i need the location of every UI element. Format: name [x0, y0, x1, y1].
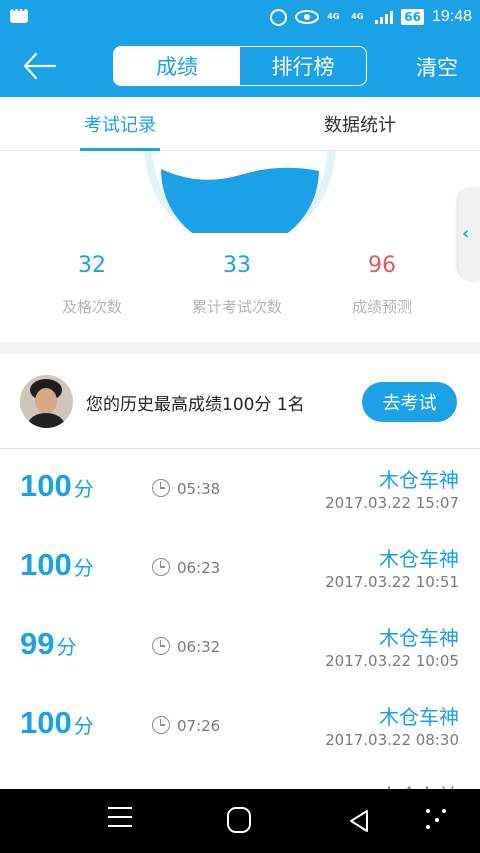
menu-line	[108, 807, 132, 809]
segment-leaderboard[interactable]: 排行榜	[240, 47, 366, 85]
clock: 19:48	[431, 8, 472, 25]
triangle-back-icon	[350, 810, 368, 832]
record-duration: 06:23	[177, 559, 221, 577]
record-score: 99 分	[20, 626, 77, 661]
status-bar: 4G 4G 66 19:48	[0, 0, 480, 34]
app-header: 成绩 排行榜 清空	[0, 34, 480, 97]
dot	[435, 818, 439, 822]
list-item[interactable]: 木仓车神	[0, 766, 480, 789]
dot	[426, 825, 430, 829]
stat-prediction-value: 96	[368, 253, 396, 278]
record-date: 2017.03.22 10:05	[325, 652, 459, 670]
home-button[interactable]	[227, 807, 251, 833]
record-score: 100 分	[20, 547, 94, 582]
network-type-b: 4G	[351, 12, 364, 21]
clock-icon	[152, 637, 170, 655]
alarm-icon	[270, 8, 288, 26]
stat-total-exams-label: 累计考试次数	[191, 298, 282, 316]
stat-passed-value: 32	[78, 253, 106, 278]
clear-button[interactable]: 清空	[416, 52, 458, 82]
back-button[interactable]	[20, 48, 60, 84]
message-notification-icon	[10, 3, 28, 23]
record-username: 木仓车神	[379, 547, 459, 571]
avatar[interactable]	[20, 375, 73, 428]
list-item[interactable]: 100 分 05:38 木仓车神 2017.03.22 15:07	[0, 450, 480, 529]
stat-prediction-label: 成绩预测	[351, 298, 412, 316]
record-username: 木仓车神	[379, 780, 459, 789]
tab-exam-records[interactable]: 考试记录	[0, 97, 240, 151]
clock-icon	[152, 716, 170, 734]
more-options-button[interactable]	[426, 809, 448, 831]
back-arrow-icon	[23, 52, 57, 80]
dot	[442, 809, 446, 813]
menu-line	[108, 816, 132, 818]
stat-passed: 32 及格次数	[12, 250, 172, 317]
record-username: 木仓车神	[379, 626, 459, 650]
clock-icon	[152, 479, 170, 497]
battery-level: 66	[401, 9, 424, 25]
nav-back-button[interactable]	[348, 809, 370, 837]
list-item[interactable]: 100 分 06:23 木仓车神 2017.03.22 10:51	[0, 529, 480, 608]
take-exam-button[interactable]: 去考试	[362, 382, 457, 422]
network-type-a: 4G	[327, 12, 340, 21]
segmented-control: 成绩 排行榜	[113, 46, 367, 86]
record-username: 木仓车神	[379, 468, 459, 492]
stat-passed-label: 及格次数	[61, 298, 122, 316]
clock-icon	[152, 558, 170, 576]
list-item[interactable]: 100 分 07:26 木仓车神 2017.03.22 08:30	[0, 687, 480, 766]
stat-total-exams: 33 累计考试次数	[157, 250, 317, 317]
stat-prediction: 96 成绩预测	[302, 250, 462, 317]
status-icons: 4G 4G 66 19:48	[270, 6, 472, 28]
eye-icon	[295, 10, 320, 24]
segment-scores[interactable]: 成绩	[114, 47, 240, 85]
tab-statistics[interactable]: 数据统计	[240, 97, 480, 151]
record-date: 2017.03.22 10:51	[325, 573, 459, 591]
record-username: 木仓车神	[379, 705, 459, 729]
record-score: 100 分	[20, 705, 94, 740]
menu-button[interactable]	[108, 807, 132, 834]
list-item[interactable]: 99 分 06:32 木仓车神 2017.03.22 10:05	[0, 608, 480, 687]
record-duration: 06:32	[177, 638, 221, 656]
system-nav-bar	[0, 789, 480, 853]
user-avatar-image	[20, 375, 73, 428]
record-date: 2017.03.22 15:07	[325, 494, 459, 512]
stat-total-exams-value: 33	[223, 253, 251, 278]
chevron-left-icon: ‹	[462, 223, 470, 244]
best-score-text: 您的历史最高成绩100分 1名	[86, 395, 305, 415]
record-score: 100 分	[20, 468, 94, 503]
score-gauge	[145, 151, 335, 233]
section-divider	[0, 342, 480, 354]
tab-bar: 考试记录 数据统计	[0, 97, 480, 151]
record-duration: 07:26	[177, 717, 221, 735]
record-duration: 05:38	[177, 480, 221, 498]
menu-line	[108, 825, 132, 827]
dot	[426, 809, 430, 813]
signal-icon	[375, 10, 394, 24]
best-score-row: 您的历史最高成绩100分 1名 去考试	[0, 354, 480, 449]
record-date: 2017.03.22 08:30	[325, 731, 459, 749]
